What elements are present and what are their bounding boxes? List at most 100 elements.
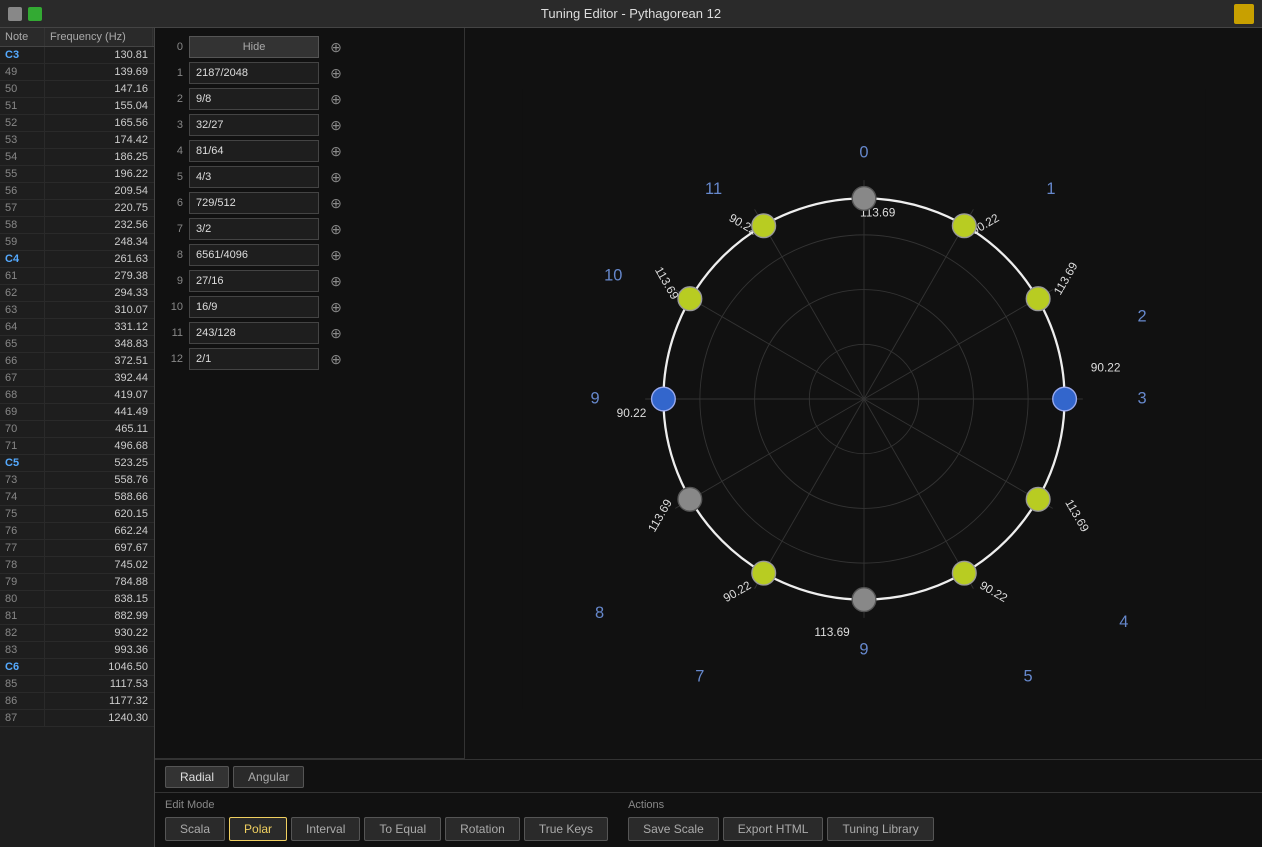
note-cell-note: 52	[0, 115, 45, 131]
ratio-toggle-icon[interactable]: ⊕	[325, 270, 347, 292]
svg-text:5: 5	[1023, 667, 1032, 685]
note-column-header: Note	[0, 28, 45, 46]
svg-text:9: 9	[859, 640, 868, 658]
note-cell-freq: 186.25	[45, 149, 153, 165]
note-cell-note: 63	[0, 302, 45, 318]
note-cell-freq: 147.16	[45, 81, 153, 97]
note-cell-freq: 1177.32	[45, 693, 153, 709]
note-cell-note: 54	[0, 149, 45, 165]
note-cell-note: 51	[0, 98, 45, 114]
ratio-toggle-icon[interactable]: ⊕	[325, 218, 347, 240]
note-cell-note: 78	[0, 557, 45, 573]
ratio-input[interactable]	[189, 244, 319, 266]
note-cell-note: 61	[0, 268, 45, 284]
ratio-input[interactable]	[189, 140, 319, 162]
maximize-button[interactable]	[28, 7, 42, 21]
note-row: 67392.44	[0, 370, 154, 387]
note-row: 64331.12	[0, 319, 154, 336]
bottom-tab-radial[interactable]: Radial	[165, 766, 229, 788]
bottom-tabs: RadialAngular	[155, 760, 1262, 793]
note-cell-freq: 1117.53	[45, 676, 153, 692]
edit-mode-btn-scala[interactable]: Scala	[165, 817, 225, 841]
edit-mode-btn-to-equal[interactable]: To Equal	[364, 817, 441, 841]
note-cell-freq: 155.04	[45, 98, 153, 114]
action-btn-save-scale[interactable]: Save Scale	[628, 817, 719, 841]
svg-text:0: 0	[859, 143, 868, 161]
ratio-index: 0	[165, 41, 183, 53]
ratio-row: 1⊕	[165, 62, 465, 84]
ratio-toggle-icon[interactable]: ⊕	[325, 62, 347, 84]
ratio-row: 4⊕	[165, 140, 465, 162]
svg-text:3: 3	[1137, 389, 1146, 407]
ratio-toggle-icon[interactable]: ⊕	[325, 322, 347, 344]
note-cell-note: 77	[0, 540, 45, 556]
hide-button[interactable]: Hide	[189, 36, 319, 58]
note-cell-freq: 348.83	[45, 336, 153, 352]
actions-group: Actions Save ScaleExport HTMLTuning Libr…	[628, 799, 934, 841]
note-cell-freq: 697.67	[45, 540, 153, 556]
note-cell-freq: 130.81	[45, 47, 153, 63]
note-cell-note: 57	[0, 200, 45, 216]
close-button[interactable]	[8, 7, 22, 21]
note-cell-freq: 558.76	[45, 472, 153, 488]
ratio-toggle-icon[interactable]: ⊕	[325, 140, 347, 162]
ratio-input[interactable]	[189, 348, 319, 370]
note-cell-note: 55	[0, 166, 45, 182]
action-btn-export-html[interactable]: Export HTML	[723, 817, 824, 841]
ratio-input[interactable]	[189, 166, 319, 188]
note-cell-note: C5	[0, 455, 45, 471]
note-cell-freq: 662.24	[45, 523, 153, 539]
note-list-header: Note Frequency (Hz)	[0, 28, 154, 47]
ratio-toggle-icon[interactable]: ⊕	[325, 244, 347, 266]
action-btn-tuning-library[interactable]: Tuning Library	[827, 817, 933, 841]
ratio-input[interactable]	[189, 322, 319, 344]
ratio-index: 11	[165, 327, 183, 339]
ratio-toggle-icon[interactable]: ⊕	[325, 192, 347, 214]
titlebar-title: Tuning Editor - Pythagorean 12	[541, 6, 721, 21]
ratio-input[interactable]	[189, 62, 319, 84]
ratio-index: 5	[165, 171, 183, 183]
ratio-list: 0Hide⊕1⊕2⊕3⊕4⊕5⊕6⊕7⊕8⊕9⊕10⊕11⊕12⊕	[165, 36, 465, 370]
ratio-toggle-icon[interactable]: ⊕	[325, 88, 347, 110]
note-row: 78745.02	[0, 557, 154, 574]
ratio-row: 7⊕	[165, 218, 465, 240]
tuning-diagram: 0 1 2 3 4 5 7 8 9	[489, 89, 1239, 709]
edit-mode-btn-polar[interactable]: Polar	[229, 817, 287, 841]
ratio-input[interactable]	[189, 270, 319, 292]
ratio-toggle-icon[interactable]: ⊕	[325, 166, 347, 188]
note-row: C61046.50	[0, 659, 154, 676]
note-cell-freq: 588.66	[45, 489, 153, 505]
edit-mode-btn-true-keys[interactable]: True Keys	[524, 817, 608, 841]
bottom-tab-angular[interactable]: Angular	[233, 766, 304, 788]
note-cell-note: 73	[0, 472, 45, 488]
svg-text:2: 2	[1137, 307, 1146, 325]
note-cell-note: 50	[0, 81, 45, 97]
edit-mode-label: Edit Mode	[165, 799, 608, 811]
ratio-toggle-icon[interactable]: ⊕	[325, 296, 347, 318]
ratio-row: 10 ⊕	[165, 296, 465, 318]
ratio-index: 2	[165, 93, 183, 105]
note-cell-note: 83	[0, 642, 45, 658]
svg-text:113.69: 113.69	[814, 625, 850, 639]
note-cell-freq: 838.15	[45, 591, 153, 607]
note-row: 54186.25	[0, 149, 154, 166]
edit-mode-btn-interval[interactable]: Interval	[291, 817, 360, 841]
ratio-input[interactable]	[189, 192, 319, 214]
app-icon	[1234, 4, 1254, 24]
note-row: 75620.15	[0, 506, 154, 523]
ratio-toggle-icon[interactable]: ⊕	[325, 36, 347, 58]
ratio-toggle-icon[interactable]: ⊕	[325, 114, 347, 136]
note-row: 83993.36	[0, 642, 154, 659]
edit-mode-btn-rotation[interactable]: Rotation	[445, 817, 520, 841]
note-row: C5523.25	[0, 455, 154, 472]
ratio-input[interactable]	[189, 114, 319, 136]
note-cell-freq: 1046.50	[45, 659, 153, 675]
ratio-input[interactable]	[189, 218, 319, 240]
note-cell-freq: 392.44	[45, 370, 153, 386]
ratio-row: 9⊕	[165, 270, 465, 292]
note-list[interactable]: Note Frequency (Hz) C3130.8149139.695014…	[0, 28, 155, 847]
ratio-input[interactable]	[189, 296, 319, 318]
ratio-toggle-icon[interactable]: ⊕	[325, 348, 347, 370]
ratio-input[interactable]	[189, 88, 319, 110]
ratio-index: 10	[165, 301, 183, 313]
